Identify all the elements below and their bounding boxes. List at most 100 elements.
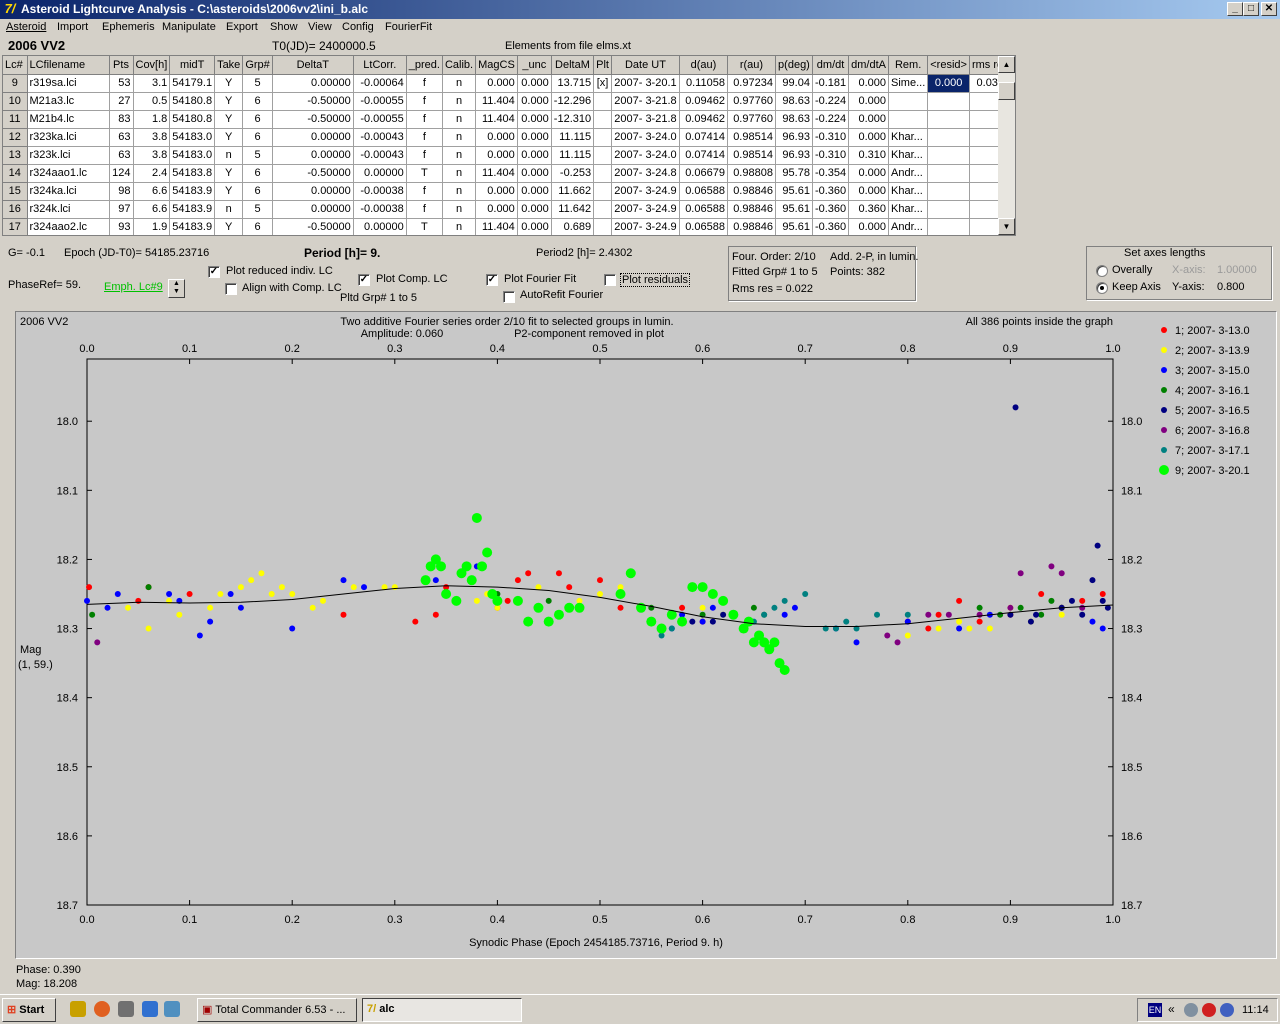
table-cell[interactable]: 0.00000 (272, 182, 354, 201)
table-cell[interactable]: 0.00000 (272, 200, 354, 219)
table-cell[interactable]: 0.06588 (679, 218, 728, 235)
table-cell[interactable]: n (214, 200, 244, 219)
table-cell[interactable]: 83 (109, 110, 134, 129)
table-cell[interactable]: -0.00043 (353, 146, 407, 165)
explorer-icon[interactable] (164, 1001, 180, 1017)
column-header[interactable]: midT (169, 56, 216, 75)
close-button[interactable]: ✕ (1261, 2, 1277, 16)
table-cell[interactable] (927, 164, 970, 183)
table-cell[interactable]: -0.354 (812, 164, 850, 183)
menu-ephemeris[interactable]: Ephemeris (102, 21, 155, 33)
table-cell[interactable]: -0.00064 (353, 74, 407, 93)
column-header[interactable]: DeltaM (551, 56, 595, 75)
table-cell[interactable]: 0.000 (517, 128, 552, 147)
table-cell[interactable]: 96.93 (775, 128, 813, 147)
column-header[interactable]: d(au) (679, 56, 728, 75)
table-cell[interactable]: 0.06588 (679, 182, 728, 201)
lightcurve-table[interactable]: Lc# LCfilename Pts Cov[h] midT Take Grp# DeltaT… (2, 55, 1016, 236)
table-cell[interactable]: r323k.lci (27, 146, 110, 165)
table-cell[interactable]: 0.97234 (727, 74, 776, 93)
table-cell[interactable]: 3.8 (133, 128, 171, 147)
row-header[interactable]: 15 (3, 182, 28, 201)
table-cell[interactable]: 6 (242, 164, 273, 183)
table-cell[interactable]: Y (214, 128, 244, 147)
column-header[interactable]: _pred. (406, 56, 443, 75)
column-header[interactable]: r(au) (727, 56, 776, 75)
column-header[interactable]: DeltaT (272, 56, 354, 75)
table-cell[interactable]: T (406, 164, 443, 183)
table-cell[interactable]: 0.360 (848, 200, 890, 219)
row-header[interactable]: 17 (3, 218, 28, 235)
table-cell[interactable]: 2007- 3-24.9 (611, 218, 680, 235)
column-header[interactable]: LtCorr. (353, 56, 407, 75)
table-cell[interactable]: 11.115 (551, 128, 595, 147)
table-cell[interactable]: 124 (109, 164, 134, 183)
table-cell[interactable]: Andr... (888, 164, 929, 183)
table-cell[interactable]: -12.296 (551, 92, 595, 111)
table-cell[interactable]: 6 (242, 218, 273, 235)
table-cell[interactable] (927, 218, 970, 235)
table-cell[interactable]: Khar... (888, 182, 929, 201)
table-cell[interactable]: 6.6 (133, 200, 171, 219)
title-bar[interactable]: 7/ Asteroid Lightcurve Analysis - C:\ast… (0, 0, 1280, 19)
table-cell[interactable] (593, 164, 612, 183)
menu-import[interactable]: Import (57, 21, 88, 33)
table-cell[interactable]: 0.000 (848, 92, 890, 111)
ie-icon[interactable] (142, 1001, 158, 1017)
column-header[interactable]: Take (214, 56, 244, 75)
language-indicator[interactable]: EN (1148, 1003, 1162, 1017)
table-cell[interactable] (927, 92, 970, 111)
menu-asteroid[interactable]: Asteroid (6, 21, 46, 33)
table-cell[interactable]: 0.000 (475, 74, 518, 93)
app-quicklaunch-icon[interactable] (118, 1001, 134, 1017)
table-cell[interactable]: 27 (109, 92, 134, 111)
column-header[interactable]: Pts (109, 56, 134, 75)
table-cell[interactable]: 0.98846 (727, 182, 776, 201)
table-cell[interactable]: 93 (109, 218, 134, 235)
menu-manipulate[interactable]: Manipulate (162, 21, 216, 33)
table-cell[interactable]: f (406, 92, 443, 111)
table-cell[interactable]: r324k.lci (27, 200, 110, 219)
table-cell[interactable]: 0.98514 (727, 146, 776, 165)
emph-lc-spinner[interactable]: ▲ ▼ (168, 279, 185, 298)
table-cell[interactable]: 2007- 3-21.8 (611, 110, 680, 129)
table-cell[interactable]: 0.000 (927, 74, 970, 93)
row-header[interactable]: 11 (3, 110, 28, 129)
network-icon[interactable] (1184, 1003, 1198, 1017)
table-cell[interactable]: Y (214, 164, 244, 183)
taskbar-total-commander[interactable]: ▣ Total Commander 6.53 - ... (197, 998, 357, 1022)
table-cell[interactable]: 54180.8 (169, 110, 216, 129)
table-cell[interactable]: 5 (242, 146, 273, 165)
table-cell[interactable]: 0.000 (848, 128, 890, 147)
table-cell[interactable]: 0.00000 (353, 218, 407, 235)
table-cell[interactable]: 0.11058 (679, 74, 728, 93)
table-cell[interactable]: 0.689 (551, 218, 595, 235)
table-cell[interactable]: 0.98846 (727, 218, 776, 235)
table-cell[interactable]: 13.715 (551, 74, 595, 93)
table-row[interactable]: 10 M21a3.lc 27 0.5 54180.8 Y 6 -0.50000 -0.00055… (3, 92, 1012, 111)
alc-quicklaunch-icon[interactable] (70, 1001, 86, 1017)
emph-lc-link[interactable]: Emph. Lc#9 (104, 281, 163, 293)
table-cell[interactable]: r324aao2.lc (27, 218, 110, 235)
table-cell[interactable]: 63 (109, 146, 134, 165)
table-cell[interactable]: Y (214, 74, 244, 93)
table-cell[interactable]: 0.06679 (679, 164, 728, 183)
table-cell[interactable]: 0.310 (848, 146, 890, 165)
table-cell[interactable]: f (406, 74, 443, 93)
table-cell[interactable] (927, 146, 970, 165)
table-cell[interactable]: n (442, 218, 477, 235)
menu-export[interactable]: Export (226, 21, 258, 33)
table-cell[interactable]: Y (214, 218, 244, 235)
table-cell[interactable]: 0.000 (475, 182, 518, 201)
table-row[interactable]: 11 M21b4.lc 83 1.8 54180.8 Y 6 -0.50000 -0.00055… (3, 110, 1012, 129)
table-cell[interactable]: -0.310 (812, 146, 850, 165)
table-cell[interactable]: r324ka.lci (27, 182, 110, 201)
table-cell[interactable]: 54183.9 (169, 200, 216, 219)
table-cell[interactable]: Y (214, 182, 244, 201)
table-cell[interactable]: Sime... (888, 74, 929, 93)
table-cell[interactable]: 54179.1 (169, 74, 216, 93)
table-cell[interactable]: 6 (242, 92, 273, 111)
table-scrollbar[interactable]: ▲ ▼ (998, 56, 1015, 235)
table-cell[interactable]: Andr... (888, 218, 929, 235)
table-cell[interactable]: [x] (593, 74, 612, 93)
